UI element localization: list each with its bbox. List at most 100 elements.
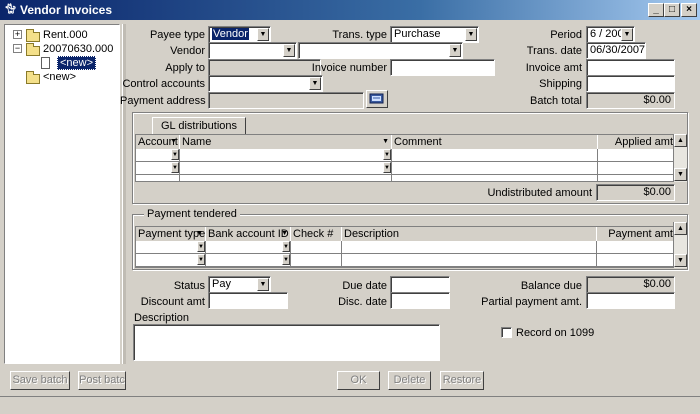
- expand-icon[interactable]: +: [13, 30, 22, 39]
- gl-cell-name[interactable]: ▼: [180, 149, 392, 162]
- gl-cell-applied-amt[interactable]: [598, 162, 675, 175]
- disc-date-input[interactable]: [390, 292, 450, 309]
- payment-cell-type[interactable]: ▼: [136, 254, 206, 267]
- gl-cell-account[interactable]: ▼: [136, 162, 180, 175]
- payment-cell-amt[interactable]: [597, 254, 675, 267]
- restore-button[interactable]: Restore: [440, 371, 484, 390]
- trans-type-select[interactable]: Purchase ▼: [390, 26, 479, 43]
- gl-grid: Account ▼ Name ▼ Comment Applied amt ▼ ▼…: [135, 134, 675, 182]
- gl-cell-applied-amt[interactable]: [598, 175, 675, 182]
- gl-cell-comment[interactable]: [392, 175, 598, 182]
- col-description[interactable]: Description: [342, 227, 596, 241]
- undistributed-amount-label: Undistributed amount: [487, 187, 592, 199]
- col-comment[interactable]: Comment: [392, 135, 597, 149]
- invoice-number-label: Invoice number: [311, 62, 387, 74]
- gl-cell-name[interactable]: ▼: [180, 162, 392, 175]
- scroll-down-icon[interactable]: ▼: [674, 168, 687, 181]
- gl-cell-account[interactable]: ▼: [136, 149, 180, 162]
- invoice-number-input[interactable]: [390, 59, 495, 76]
- scroll-up-icon[interactable]: ▲: [674, 222, 687, 235]
- chevron-down-icon[interactable]: ▼: [171, 149, 179, 160]
- chevron-down-icon[interactable]: ▼: [383, 149, 391, 160]
- shipping-input[interactable]: [586, 75, 675, 92]
- scroll-down-icon[interactable]: ▼: [674, 254, 687, 267]
- batch-tree[interactable]: + Rent.000 − 20070630.000 <new> <new>: [4, 24, 120, 364]
- chevron-down-icon[interactable]: ▼: [282, 241, 290, 252]
- chevron-down-icon[interactable]: ▼: [257, 28, 269, 41]
- vendor-name-select[interactable]: ▼: [298, 42, 463, 59]
- payment-cell-amt[interactable]: [597, 241, 675, 254]
- vendor-id-select[interactable]: ▼: [208, 42, 297, 59]
- chevron-down-icon[interactable]: ▼: [197, 254, 205, 265]
- status-select[interactable]: Pay ▼: [208, 276, 271, 293]
- payment-cell-description[interactable]: [342, 254, 597, 267]
- scroll-up-icon[interactable]: ▲: [674, 134, 687, 147]
- save-batch-button[interactable]: Save batch: [10, 371, 70, 390]
- payment-cell-check[interactable]: [291, 241, 342, 254]
- trans-date-input[interactable]: 06/30/2007: [586, 42, 646, 59]
- address-book-button[interactable]: [366, 90, 388, 108]
- delete-button[interactable]: Delete: [388, 371, 431, 390]
- chevron-down-icon[interactable]: ▼: [383, 162, 391, 173]
- record-on-1099-label: Record on 1099: [516, 327, 595, 339]
- status-label: Status: [173, 280, 205, 292]
- chevron-down-icon[interactable]: ▼: [283, 44, 295, 57]
- chevron-down-icon[interactable]: ▼: [309, 77, 321, 90]
- chevron-down-icon: ▼: [281, 230, 288, 237]
- gl-scrollbar[interactable]: ▲ ▼: [673, 134, 687, 182]
- close-button[interactable]: ×: [681, 3, 697, 17]
- chevron-down-icon[interactable]: ▼: [465, 28, 477, 41]
- control-accounts-select[interactable]: ▼: [208, 75, 323, 92]
- discount-amt-input[interactable]: [208, 292, 288, 309]
- payment-cell-bank[interactable]: ▼: [206, 241, 291, 254]
- col-check[interactable]: Check #: [291, 227, 341, 241]
- col-payment-amt[interactable]: Payment amt: [597, 227, 675, 241]
- undistributed-amount-field: $0.00: [596, 184, 675, 201]
- partial-payment-input[interactable]: [586, 292, 675, 309]
- payee-type-select[interactable]: Vendor ▼: [208, 26, 271, 43]
- payment-cell-type[interactable]: ▼: [136, 241, 206, 254]
- gl-cell-applied-amt[interactable]: [598, 149, 675, 162]
- col-name[interactable]: Name ▼: [180, 135, 391, 149]
- chevron-down-icon[interactable]: ▼: [621, 28, 633, 41]
- payment-cell-bank[interactable]: ▼: [206, 254, 291, 267]
- gl-cell-name[interactable]: [180, 175, 392, 182]
- ok-button[interactable]: OK: [337, 371, 380, 390]
- payment-cell-check[interactable]: [291, 254, 342, 267]
- splitter[interactable]: [122, 24, 126, 364]
- chevron-down-icon[interactable]: ▼: [282, 254, 290, 265]
- chevron-down-icon[interactable]: ▼: [171, 162, 179, 173]
- col-payment-type[interactable]: Payment type ▼: [136, 227, 205, 241]
- gl-cell-comment[interactable]: [392, 162, 598, 175]
- col-account[interactable]: Account ▼: [136, 135, 179, 149]
- tree-item-batch[interactable]: 20070630.000: [43, 42, 113, 56]
- invoice-amt-input[interactable]: [586, 59, 675, 76]
- status-bar: [0, 396, 700, 414]
- record-on-1099-checkbox[interactable]: [501, 327, 512, 338]
- minimize-button[interactable]: _: [648, 3, 664, 17]
- tree-item-rent[interactable]: Rent.000: [43, 28, 88, 42]
- tree-item-new-invoice[interactable]: <new>: [57, 56, 97, 70]
- tree-item-new-batch[interactable]: <new>: [43, 70, 76, 84]
- chevron-down-icon[interactable]: ▼: [257, 278, 269, 291]
- folder-open-icon: [26, 43, 40, 56]
- period-select[interactable]: 6 / 2007 ▼: [586, 26, 635, 43]
- description-textarea[interactable]: [133, 324, 440, 361]
- chevron-down-icon: ▼: [382, 138, 389, 145]
- gl-cell-account[interactable]: [136, 175, 180, 182]
- chevron-down-icon[interactable]: ▼: [197, 241, 205, 252]
- window-title: Vendor Invoices: [20, 3, 113, 17]
- maximize-button[interactable]: □: [664, 3, 680, 17]
- payment-cell-description[interactable]: [342, 241, 597, 254]
- tab-gl-distributions[interactable]: GL distributions: [152, 117, 247, 135]
- chevron-down-icon[interactable]: ▼: [449, 44, 461, 57]
- trans-type-value: Purchase: [394, 28, 441, 40]
- tree-item-new-invoice-label: <new>: [57, 56, 97, 70]
- gl-cell-comment[interactable]: [392, 149, 598, 162]
- collapse-icon[interactable]: −: [13, 44, 22, 53]
- col-applied-amt[interactable]: Applied amt: [598, 135, 675, 149]
- col-bank-account[interactable]: Bank account ID ▼: [206, 227, 290, 241]
- post-batch-button[interactable]: Post batc: [78, 371, 126, 390]
- payment-scrollbar[interactable]: ▲ ▼: [673, 222, 687, 268]
- due-date-input[interactable]: [390, 276, 450, 293]
